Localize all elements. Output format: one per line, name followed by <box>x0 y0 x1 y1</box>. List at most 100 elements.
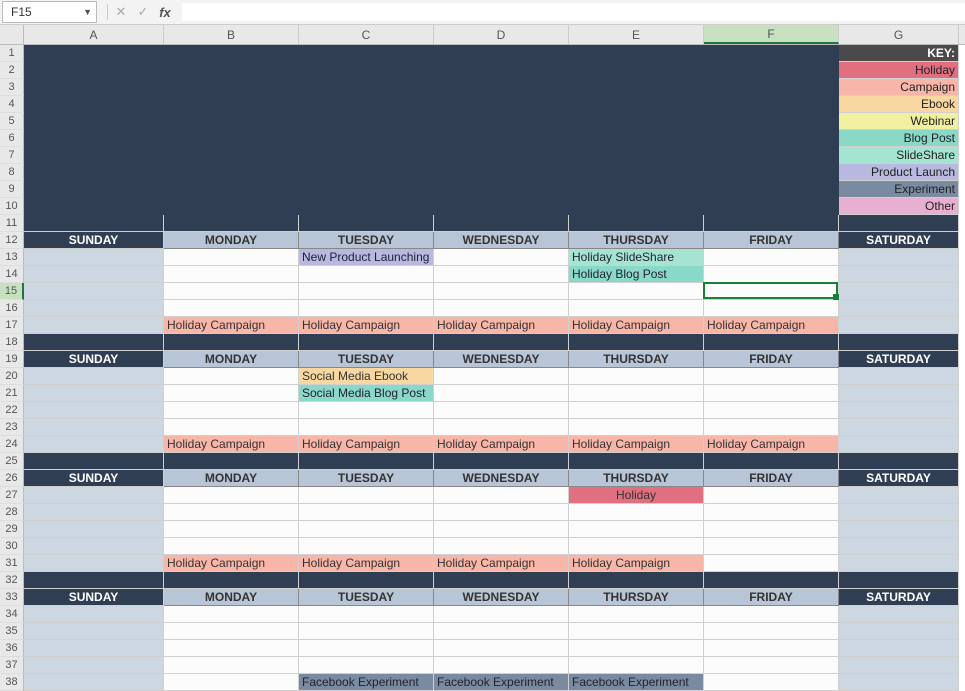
cell[interactable] <box>569 130 704 147</box>
cell[interactable] <box>434 538 569 555</box>
row-header[interactable]: 33 <box>0 589 24 606</box>
cell[interactable] <box>434 130 569 147</box>
row-header[interactable]: 23 <box>0 419 24 436</box>
cell[interactable] <box>704 606 839 623</box>
cell[interactable] <box>164 368 299 385</box>
cell[interactable] <box>704 657 839 674</box>
campaign-cell[interactable]: Holiday Campaign <box>569 317 704 334</box>
cell[interactable] <box>839 657 959 674</box>
cell[interactable] <box>434 266 569 283</box>
cell[interactable] <box>569 198 704 215</box>
campaign-cell[interactable]: Holiday Campaign <box>704 317 839 334</box>
campaign-cell[interactable]: Holiday Campaign <box>164 317 299 334</box>
cancel-icon[interactable]: ✕ <box>110 1 132 23</box>
row-header[interactable]: 10 <box>0 198 24 215</box>
cell[interactable] <box>434 181 569 198</box>
column-header-F[interactable]: F <box>704 25 839 44</box>
cell[interactable] <box>569 657 704 674</box>
formula-input[interactable] <box>182 3 965 21</box>
cell[interactable] <box>569 606 704 623</box>
cell[interactable] <box>704 504 839 521</box>
cell[interactable] <box>434 62 569 79</box>
cell[interactable] <box>164 96 299 113</box>
cell[interactable] <box>299 45 434 62</box>
event-launch[interactable]: New Product Launching <box>299 249 434 266</box>
cell[interactable] <box>164 657 299 674</box>
column-header-A[interactable]: A <box>24 25 164 44</box>
cell[interactable] <box>839 436 959 453</box>
cell[interactable] <box>24 538 164 555</box>
campaign-cell[interactable]: Holiday Campaign <box>434 555 569 572</box>
campaign-cell[interactable]: Holiday Campaign <box>299 317 434 334</box>
cell[interactable] <box>299 96 434 113</box>
cell[interactable] <box>704 266 839 283</box>
cell[interactable] <box>299 606 434 623</box>
cell[interactable] <box>434 402 569 419</box>
cell[interactable] <box>299 623 434 640</box>
cell[interactable] <box>569 181 704 198</box>
cell[interactable] <box>24 657 164 674</box>
cell[interactable] <box>24 147 164 164</box>
cell[interactable] <box>24 130 164 147</box>
cell[interactable] <box>839 419 959 436</box>
cell[interactable] <box>704 130 839 147</box>
cell[interactable] <box>569 283 704 300</box>
cell[interactable] <box>569 521 704 538</box>
cell[interactable] <box>569 385 704 402</box>
cell[interactable] <box>299 487 434 504</box>
cell[interactable] <box>704 96 839 113</box>
cell[interactable] <box>839 402 959 419</box>
cell[interactable] <box>569 640 704 657</box>
cell[interactable] <box>164 147 299 164</box>
row-header[interactable]: 26 <box>0 470 24 487</box>
row-header[interactable]: 3 <box>0 79 24 96</box>
cell[interactable] <box>704 181 839 198</box>
cell[interactable] <box>569 164 704 181</box>
cell[interactable] <box>164 300 299 317</box>
cell[interactable] <box>704 402 839 419</box>
cell[interactable] <box>434 521 569 538</box>
cell[interactable] <box>24 640 164 657</box>
cell[interactable] <box>24 266 164 283</box>
cell[interactable] <box>704 147 839 164</box>
chevron-down-icon[interactable]: ▼ <box>83 7 92 17</box>
cell[interactable] <box>164 640 299 657</box>
cell[interactable] <box>434 300 569 317</box>
cell[interactable] <box>704 113 839 130</box>
cell[interactable] <box>24 487 164 504</box>
cell[interactable] <box>569 300 704 317</box>
cell[interactable] <box>24 113 164 130</box>
cell[interactable] <box>24 606 164 623</box>
cell[interactable] <box>434 45 569 62</box>
cell[interactable] <box>24 402 164 419</box>
cell[interactable] <box>704 623 839 640</box>
row-header[interactable]: 32 <box>0 572 24 589</box>
row-header[interactable]: 25 <box>0 453 24 470</box>
cell[interactable] <box>839 300 959 317</box>
cell[interactable] <box>434 368 569 385</box>
cell[interactable] <box>299 198 434 215</box>
cell[interactable] <box>164 504 299 521</box>
cell[interactable] <box>164 266 299 283</box>
cell[interactable] <box>839 538 959 555</box>
cell[interactable] <box>299 521 434 538</box>
cell[interactable] <box>164 402 299 419</box>
event-ebook[interactable]: Social Media Ebook <box>299 368 434 385</box>
cell[interactable] <box>299 640 434 657</box>
cell[interactable] <box>299 113 434 130</box>
fx-icon[interactable]: fx <box>154 1 176 23</box>
cell[interactable] <box>704 249 839 266</box>
cell[interactable] <box>299 300 434 317</box>
cell[interactable] <box>704 79 839 96</box>
cell[interactable] <box>164 283 299 300</box>
cell[interactable] <box>704 368 839 385</box>
column-header-D[interactable]: D <box>434 25 569 44</box>
select-all-corner[interactable] <box>0 25 24 44</box>
row-header[interactable]: 5 <box>0 113 24 130</box>
cell[interactable] <box>434 419 569 436</box>
row-header[interactable]: 30 <box>0 538 24 555</box>
cell[interactable] <box>299 657 434 674</box>
row-header[interactable]: 22 <box>0 402 24 419</box>
cell[interactable] <box>704 521 839 538</box>
row-header[interactable]: 37 <box>0 657 24 674</box>
